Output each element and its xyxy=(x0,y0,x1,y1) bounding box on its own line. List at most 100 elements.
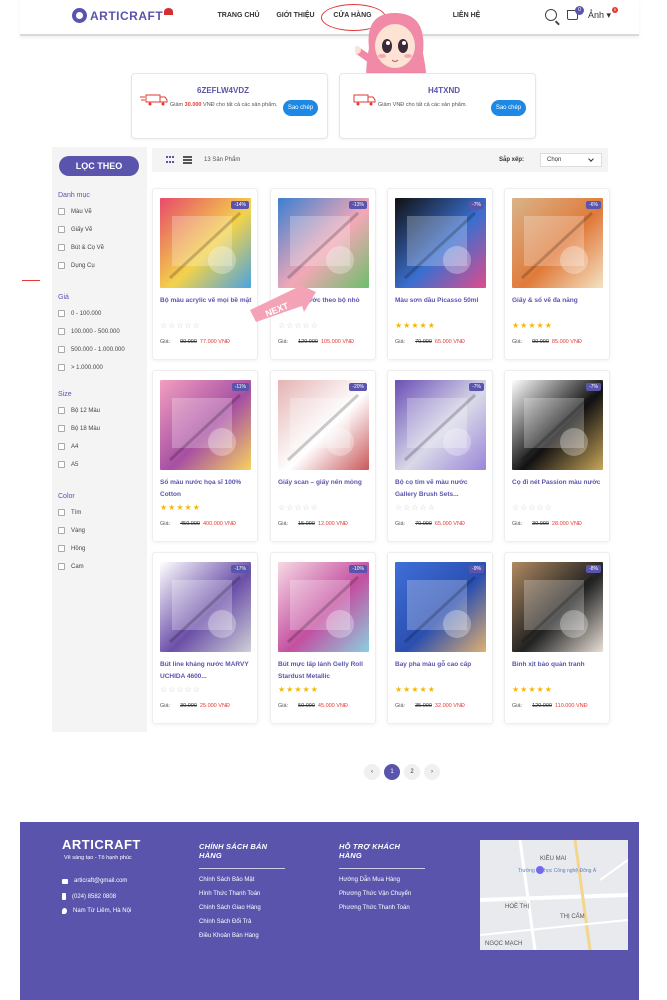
product-price: Giá: 30.000 28.000 VNĐ xyxy=(512,521,582,527)
site-logo[interactable]: ARTICRAFT xyxy=(72,7,174,23)
filter-option[interactable]: 0 - 100.000 xyxy=(58,310,101,317)
filter-option[interactable]: Bút & Cọ Vẽ xyxy=(58,244,104,251)
prev-page-button[interactable]: ‹ xyxy=(364,764,380,780)
nav-about[interactable]: GIỚI THIỆU xyxy=(267,12,324,19)
search-icon[interactable] xyxy=(544,9,557,21)
product-name[interactable]: Bay pha màu gỗ cao cấp xyxy=(395,659,487,683)
footer-link[interactable]: Phương Thức Vận Chuyển xyxy=(339,891,425,897)
checkbox[interactable] xyxy=(58,461,65,468)
product-card[interactable]: -8% Bình xịt bảo quản tranh ★★★★★ Giá: 120.0… xyxy=(504,552,610,724)
product-name[interactable]: Màu sơn dầu Picasso 50ml xyxy=(395,295,487,319)
nav-home[interactable]: TRANG CHỦ xyxy=(210,12,267,19)
product-image[interactable] xyxy=(278,562,369,652)
footer-link[interactable]: Chính Sách Giao Hàng xyxy=(199,905,285,911)
footer-logo[interactable]: ARTICRAFT xyxy=(62,837,141,852)
product-card[interactable]: -13% Bộ màu nước theo bộ nhỏ ☆☆☆☆☆ Giá: 120.… xyxy=(270,188,376,360)
footer-link[interactable]: Chính Sách Bảo Mật xyxy=(199,877,285,883)
filter-option[interactable]: 100.000 - 500.000 xyxy=(58,328,120,335)
product-name[interactable]: Bút line kháng nước MARVY UCHIDA 4600... xyxy=(160,659,252,683)
filter-option[interactable]: Vàng xyxy=(58,527,85,534)
product-image[interactable] xyxy=(278,198,369,288)
product-image[interactable] xyxy=(395,198,486,288)
filter-option[interactable]: A4 xyxy=(58,443,78,450)
product-card[interactable]: -14% Bộ màu acrylic vẽ mọi bề mặt ☆☆☆☆☆ Giá… xyxy=(152,188,258,360)
product-card[interactable]: -7% Bộ cọ tím vẽ màu nước Gallery Brush S… xyxy=(387,370,493,542)
product-image[interactable] xyxy=(160,562,251,652)
copy-coupon-button[interactable]: Sao chép xyxy=(283,100,318,116)
filter-option[interactable]: 500.000 - 1.000.000 xyxy=(58,346,125,353)
footer-email[interactable]: articraft@gmail.com xyxy=(62,878,127,884)
product-name[interactable]: Bút mực lấp lánh Gelly Roll Stardust Met… xyxy=(278,659,370,683)
old-price: 30.000 xyxy=(180,703,197,709)
checkbox[interactable] xyxy=(58,328,65,335)
cart-icon[interactable]: 0 xyxy=(566,6,584,20)
filter-button[interactable]: LỌC THEO xyxy=(59,156,139,176)
product-name[interactable]: Bình xịt bảo quản tranh xyxy=(512,659,604,683)
product-name[interactable]: Bộ cọ tím vẽ màu nước Gallery Brush Sets… xyxy=(395,477,487,501)
product-card[interactable]: -20% Giấy scan – giấy nến mỏng ☆☆☆☆☆ Giá: 15… xyxy=(270,370,376,542)
avatar[interactable]: Ảnh 0 ▾ xyxy=(588,6,618,21)
checkbox[interactable] xyxy=(58,226,65,233)
checkbox[interactable] xyxy=(58,443,65,450)
product-name[interactable]: Sổ màu nước họa sĩ 100% Cotton xyxy=(160,477,252,501)
filter-option[interactable]: Hồng xyxy=(58,545,85,552)
filter-option[interactable]: Bộ 12 Màu xyxy=(58,407,100,414)
footer-link[interactable]: Điều Khoản Bán Hàng xyxy=(199,933,285,939)
checkbox[interactable] xyxy=(58,346,65,353)
product-card[interactable]: -7% Cọ đi nét Passion màu nước ☆☆☆☆☆ Giá: 30… xyxy=(504,370,610,542)
filter-option[interactable]: Giấy Vẽ xyxy=(58,226,92,233)
location-map[interactable]: KIỀU MAI Trường đại học Công nghệ Đông Á… xyxy=(480,840,628,950)
checkbox[interactable] xyxy=(58,407,65,414)
product-image[interactable] xyxy=(512,198,603,288)
filter-option[interactable]: Cam xyxy=(58,563,84,570)
product-image[interactable] xyxy=(160,198,251,288)
product-image[interactable] xyxy=(512,380,603,470)
checkbox[interactable] xyxy=(58,208,65,215)
product-image[interactable] xyxy=(395,562,486,652)
checkbox[interactable] xyxy=(58,310,65,317)
filter-option[interactable]: A5 xyxy=(58,461,78,468)
product-card[interactable]: -11% Sổ màu nước họa sĩ 100% Cotton ★★★★★ G… xyxy=(152,370,258,542)
next-page-button[interactable]: › xyxy=(424,764,440,780)
filter-option[interactable]: > 1.000.000 xyxy=(58,364,103,371)
sort-select[interactable]: Chọn xyxy=(540,153,602,167)
filter-option[interactable]: Bộ 18 Màu xyxy=(58,425,100,432)
checkbox[interactable] xyxy=(58,527,65,534)
product-name[interactable]: Giấy scan – giấy nến mỏng xyxy=(278,477,370,501)
old-price: 30.000 xyxy=(532,521,549,527)
grid-view-icon[interactable] xyxy=(166,156,175,164)
product-image[interactable] xyxy=(278,380,369,470)
product-image[interactable] xyxy=(160,380,251,470)
checkbox[interactable] xyxy=(58,563,65,570)
footer-link[interactable]: Hướng Dẫn Mua Hàng xyxy=(339,877,425,883)
list-view-icon[interactable] xyxy=(183,156,192,164)
checkbox[interactable] xyxy=(58,364,65,371)
product-card[interactable]: -10% Bút mực lấp lánh Gelly Roll Stardust… xyxy=(270,552,376,724)
footer-phone[interactable]: (024) 8582 0808 xyxy=(62,893,116,900)
nav-contact[interactable]: LIÊN HỆ xyxy=(438,12,495,19)
page-button-2[interactable]: 2 xyxy=(404,764,420,780)
filter-option[interactable]: Màu Vẽ xyxy=(58,208,92,215)
product-card[interactable]: -17% Bút line kháng nước MARVY UCHIDA 460… xyxy=(152,552,258,724)
product-name[interactable]: Bộ màu acrylic vẽ mọi bề mặt xyxy=(160,295,252,319)
filter-option[interactable]: Dụng Cụ xyxy=(58,262,95,269)
copy-coupon-button[interactable]: Sao chép xyxy=(491,100,526,116)
product-card[interactable]: -9% Bay pha màu gỗ cao cấp ★★★★★ Giá: 35.000… xyxy=(387,552,493,724)
product-name[interactable]: Giấy & sổ vẽ đa năng xyxy=(512,295,604,319)
product-card[interactable]: -7% Màu sơn dầu Picasso 50ml ★★★★★ Giá: 70.0… xyxy=(387,188,493,360)
footer-link[interactable]: Chính Sách Đổi Trả xyxy=(199,919,285,925)
filter-option[interactable]: Tím xyxy=(58,509,81,516)
checkbox[interactable] xyxy=(58,545,65,552)
product-name[interactable]: Cọ đi nét Passion màu nước xyxy=(512,477,604,501)
checkbox[interactable] xyxy=(58,425,65,432)
product-image[interactable] xyxy=(395,380,486,470)
checkbox[interactable] xyxy=(58,262,65,269)
product-image[interactable] xyxy=(512,562,603,652)
sale-price: 28.000 VNĐ xyxy=(551,521,582,527)
page-button-1[interactable]: 1 xyxy=(384,764,400,780)
checkbox[interactable] xyxy=(58,244,65,251)
product-card[interactable]: -6% Giấy & sổ vẽ đa năng ★★★★★ Giá: 90.000 85… xyxy=(504,188,610,360)
footer-link[interactable]: Hình Thức Thanh Toán xyxy=(199,891,285,897)
checkbox[interactable] xyxy=(58,509,65,516)
footer-link[interactable]: Phương Thức Thanh Toán xyxy=(339,905,425,911)
